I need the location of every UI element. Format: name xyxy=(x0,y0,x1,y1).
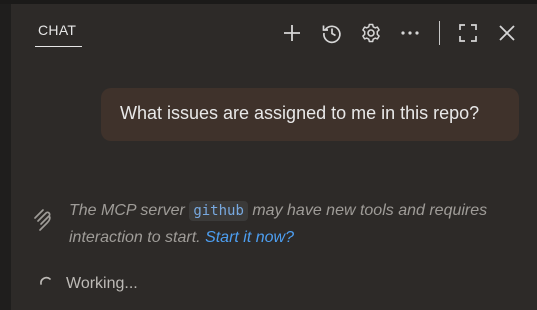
maximize-button[interactable] xyxy=(456,21,480,45)
mcp-server-notice: The MCP server github may have new tools… xyxy=(69,197,489,251)
more-icon xyxy=(401,31,419,35)
settings-button[interactable] xyxy=(359,21,383,45)
mcp-tool-icon xyxy=(34,209,51,231)
working-status: Working... xyxy=(66,275,138,292)
more-actions-button[interactable] xyxy=(398,21,422,45)
close-button[interactable] xyxy=(495,21,519,45)
history-icon xyxy=(322,25,341,44)
spinner-icon xyxy=(40,276,51,285)
tab-chat[interactable]: CHAT xyxy=(38,22,76,38)
maximize-icon xyxy=(459,24,477,42)
gear-icon xyxy=(362,23,380,43)
chat-panel xyxy=(11,4,537,310)
tab-active-indicator xyxy=(35,46,82,47)
close-icon xyxy=(499,25,515,41)
server-name-chip: github xyxy=(189,201,248,221)
start-server-link[interactable]: Start it now? xyxy=(205,229,294,246)
history-button[interactable] xyxy=(320,21,344,45)
new-chat-button[interactable] xyxy=(280,21,304,45)
toolbar-separator xyxy=(439,21,440,45)
left-gutter xyxy=(0,4,11,310)
plus-icon xyxy=(284,25,300,41)
user-message-text: What issues are assigned to me in this r… xyxy=(120,103,480,123)
notice-prefix: The MCP server xyxy=(69,202,190,219)
